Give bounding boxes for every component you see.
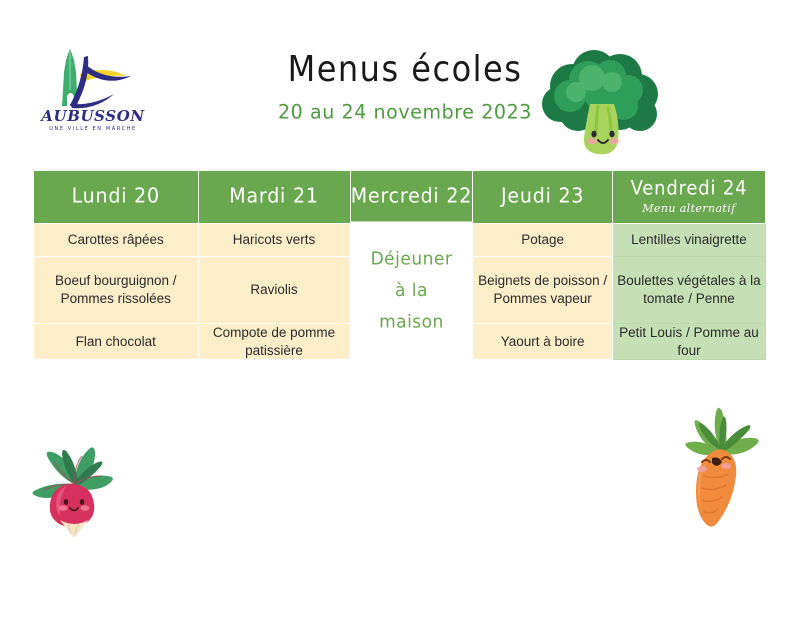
cell-mardi-entree: Haricots verts [197,223,351,257]
header-row: Lundi 20 Mardi 21 Mercredi 22 Jeudi 23 V… [33,170,767,224]
cell-jeudi-plat: Beignets de poisson / Pommes vapeur [472,256,613,324]
maison-line-3: maison [379,311,444,333]
broccoli-icon [532,46,672,161]
day-label-mardi: Mardi 21 [229,184,319,208]
day-label-vendredi: Vendredi 24 [630,177,748,200]
column-header-mardi: Mardi 21 [197,170,351,224]
cell-vendredi-plat: Boulettes végétales à la tomate / Penne [611,256,767,324]
column-header-lundi: Lundi 20 [33,170,199,224]
maison-line-2: à la [394,280,428,302]
table-body: Carottes râpées Haricots verts Déjeuner … [33,219,767,364]
day-label-jeudi: Jeudi 23 [501,184,585,208]
date-range: 20 au 24 novembre 2023 [277,100,532,124]
cell-vendredi-entree: Lentilles vinaigrette [611,223,767,257]
column-header-jeudi: Jeudi 23 [472,170,613,224]
radish-icon [22,432,127,538]
column-header-vendredi: Vendredi 24 Menu alternatif [611,170,767,224]
table-row: Carottes râpées Haricots verts Déjeuner … [33,219,767,364]
cell-lundi-plat: Boeuf bourguignon / Pommes rissolées [33,256,199,324]
logo-tagline: UNE VILLE EN MARCHE [49,126,137,132]
maison-line-1: Déjeuner [370,248,453,270]
table-header: Lundi 20 Mardi 21 Mercredi 22 Jeudi 23 V… [33,170,767,224]
cell-mardi-plat: Raviolis [197,256,351,324]
cell-lundi-dessert: Flan chocolat [33,322,199,361]
cell-lundi-entree: Carottes râpées [33,223,199,257]
day-label-mercredi: Mercredi 22 [350,184,473,208]
cell-jeudi-dessert: Yaourt à boire [472,322,613,361]
menu-table: Lundi 20 Mardi 21 Mercredi 22 Jeudi 23 V… [33,170,767,364]
cell-mardi-dessert: Compote de pomme patissière [197,322,351,361]
cell-vendredi-dessert: Petit Louis / Pomme au four [611,322,767,361]
carrot-icon [662,406,767,531]
day-label-lundi: Lundi 20 [71,184,160,208]
cell-jeudi-entree: Potage [472,223,613,257]
cell-mercredi-maison: Déjeuner à la maison [349,219,474,364]
title-block: Menus écoles 20 au 24 novembre 2023 [255,47,555,124]
logo-wordmark: AUBUSSON [39,107,145,125]
aubusson-logo: AUBUSSON UNE VILLE EN MARCHE [36,42,151,134]
day-note-vendredi: Menu alternatif [642,201,736,215]
page-header: AUBUSSON UNE VILLE EN MARCHE Menus école… [0,0,800,165]
column-header-mercredi: Mercredi 22 [349,170,474,224]
page-title: Menus écoles [287,47,523,91]
